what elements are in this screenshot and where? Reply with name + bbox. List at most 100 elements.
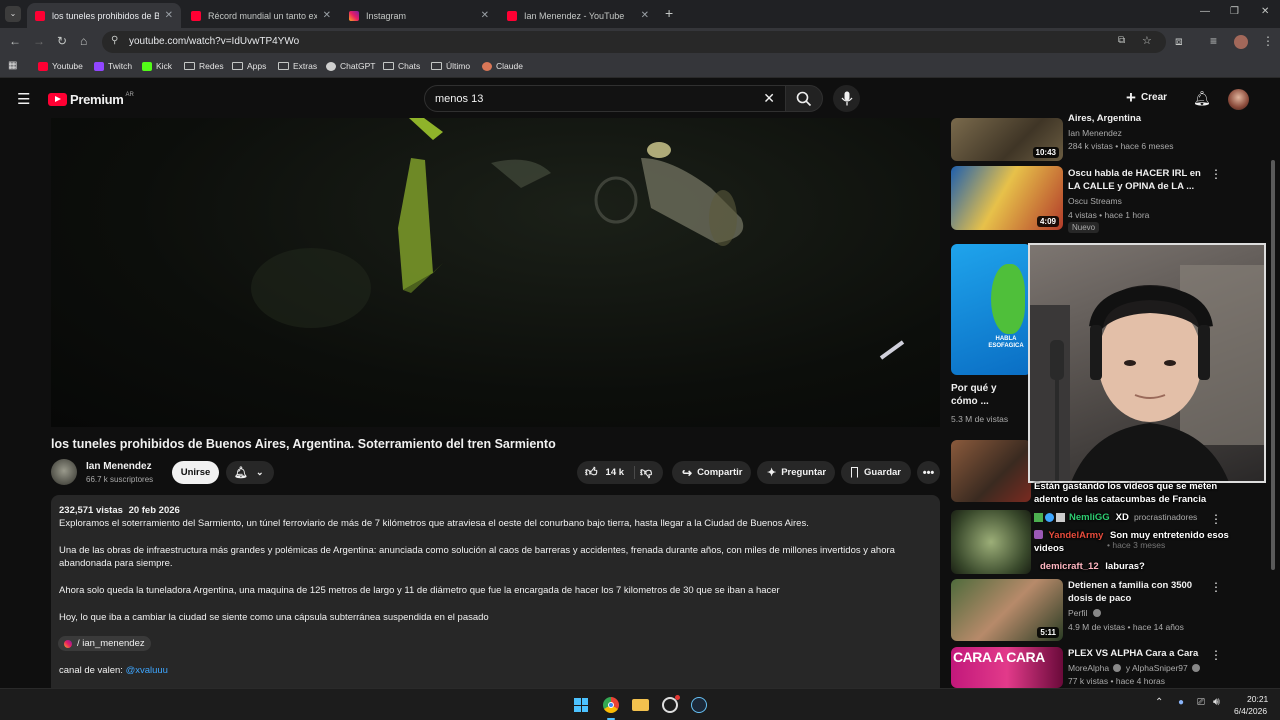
more-actions-button[interactable]: ••• xyxy=(917,461,940,484)
search-input[interactable]: menos 13 ✕ xyxy=(424,85,786,112)
ask-button[interactable]: ✦ Preguntar xyxy=(757,461,835,484)
network-icon[interactable]: ⎚ xyxy=(1197,697,1205,708)
url-text: youtube.com/watch?v=IdUvwTP4YWo xyxy=(129,36,300,47)
chrome-icon[interactable] xyxy=(603,697,619,713)
microphone-tray-icon[interactable]: ● xyxy=(1178,697,1184,708)
bookmark-twitch[interactable]: Twitch xyxy=(94,61,132,71)
file-explorer-icon[interactable] xyxy=(632,699,649,711)
new-tab-button[interactable]: + xyxy=(665,5,673,21)
valen-channel-link[interactable]: @xvaluuu xyxy=(126,665,168,676)
recommended-title[interactable]: Por qué y cómo ... xyxy=(951,382,1021,408)
item-menu-icon[interactable]: ⋮ xyxy=(1210,580,1222,594)
clock-date[interactable]: 6/4/2026 xyxy=(1234,706,1267,716)
recommended-title[interactable]: Oscu habla de HACER IRL en LA CALLE y OP… xyxy=(1068,167,1206,193)
clear-search-icon[interactable]: ✕ xyxy=(763,90,775,107)
subscribed-notifications-button[interactable]: 🔔︎ ⌄ xyxy=(226,461,274,484)
home-icon[interactable]: ⌂ xyxy=(80,34,87,48)
recommended-thumbnail[interactable] xyxy=(951,510,1031,574)
item-menu-icon[interactable]: ⋮ xyxy=(1210,648,1222,662)
close-tab-icon[interactable]: ✕ xyxy=(323,10,331,21)
reload-icon[interactable]: ↻ xyxy=(57,34,67,48)
voice-search-button[interactable] xyxy=(833,85,860,112)
youtube-logo[interactable]: Premium AR xyxy=(48,92,134,107)
create-button[interactable]: + Crear xyxy=(1126,89,1167,106)
address-bar[interactable]: ⚲ youtube.com/watch?v=IdUvwTP4YWo ⧉ ☆ xyxy=(102,31,1166,53)
close-tab-icon[interactable]: ✕ xyxy=(165,10,173,21)
instagram-link-chip[interactable]: / ian_menendez xyxy=(58,636,151,651)
install-app-icon[interactable]: ⧉ xyxy=(1118,35,1125,46)
reading-list-icon[interactable]: ≡ xyxy=(1210,34,1217,48)
tab-video[interactable]: los tuneles prohibidos de Bueno ✕ xyxy=(27,3,181,28)
bookmark-redes[interactable]: Redes xyxy=(184,61,224,71)
chat-text: XD xyxy=(1115,512,1129,523)
item-menu-icon[interactable]: ⋮ xyxy=(1210,167,1222,181)
video-player[interactable] xyxy=(51,118,940,427)
recommended-title[interactable]: Detienen a familia con 3500 dosis de pac… xyxy=(1068,579,1206,605)
close-tab-icon[interactable]: ✕ xyxy=(641,10,649,21)
hamburger-menu-icon[interactable]: ☰ xyxy=(17,90,30,108)
bookmark-kick[interactable]: Kick xyxy=(142,61,172,71)
recommended-thumbnail[interactable]: HABLA ESOFAGICA xyxy=(951,244,1031,375)
recommended-title[interactable]: PLEX VS ALPHA Cara a Cara xyxy=(1068,647,1198,660)
dislike-button[interactable]: 👎︎ xyxy=(640,465,652,480)
tab-channel[interactable]: Ian Menendez - YouTube ✕ xyxy=(499,3,657,28)
extensions-icon[interactable]: ⧈ xyxy=(1175,34,1183,49)
tab-search-button[interactable]: ⌄ xyxy=(5,6,21,22)
description-box[interactable]: 232,571 vistas 20 feb 2026 Exploramos el… xyxy=(51,495,940,695)
item-menu-icon[interactable]: ⋮ xyxy=(1210,512,1222,526)
chevron-up-icon[interactable]: ⌃ xyxy=(1155,697,1163,708)
like-count: 14 k xyxy=(605,467,625,478)
sidebar-scrollbar[interactable] xyxy=(1271,160,1275,570)
forward-icon[interactable]: → xyxy=(33,34,45,48)
windows-start-icon[interactable] xyxy=(574,698,588,712)
description-paragraph: Hoy, lo que iba a cambiar la ciudad se s… xyxy=(59,612,489,623)
channel-name[interactable]: Ian Menendez xyxy=(86,461,152,472)
menu-dots-icon[interactable]: ⋮ xyxy=(1262,34,1274,48)
recommended-thumbnail[interactable]: 4:09 xyxy=(951,166,1063,230)
recommended-thumbnail[interactable]: 5:11 xyxy=(951,579,1063,641)
steam-icon[interactable] xyxy=(691,697,707,713)
bookmark-extras[interactable]: Extras xyxy=(278,61,317,71)
notifications-bell-icon[interactable]: 🔔︎ xyxy=(1193,90,1211,107)
join-button[interactable]: Unirse xyxy=(172,461,219,484)
bookmark-chats[interactable]: Chats xyxy=(383,61,420,71)
close-window-icon[interactable]: ✕ xyxy=(1261,6,1269,17)
recommended-channel[interactable]: MoreAlpha y AlphaSniper97 xyxy=(1068,663,1201,673)
tab-instagram[interactable]: Instagram ✕ xyxy=(341,3,497,28)
video-duration: 4:09 xyxy=(1036,216,1059,227)
account-avatar[interactable] xyxy=(1228,89,1249,110)
bookmark-youtube[interactable]: Youtube xyxy=(38,61,83,71)
recommended-title[interactable]: Aires, Argentina xyxy=(1068,112,1141,125)
recommended-thumbnail[interactable]: 10:43 xyxy=(951,118,1063,161)
restore-icon[interactable]: ❐ xyxy=(1230,6,1239,17)
clock-time[interactable]: 20:21 xyxy=(1247,694,1268,704)
channel-avatar[interactable] xyxy=(51,459,77,485)
like-button[interactable]: 👍︎ 14 k xyxy=(585,465,624,480)
chat-badges xyxy=(1034,513,1065,522)
valen-label: canal de valen: xyxy=(59,665,123,676)
save-button[interactable]: Guardar xyxy=(841,461,911,484)
recommended-channel[interactable]: procrastinadores xyxy=(1134,512,1197,522)
site-info-icon[interactable]: ⚲ xyxy=(111,35,118,46)
recommended-channel[interactable]: Oscu Streams xyxy=(1068,196,1122,206)
volume-icon[interactable]: 🔊︎ xyxy=(1213,696,1220,709)
bookmark-chatgpt[interactable]: ChatGPT xyxy=(326,61,375,71)
back-icon[interactable]: ← xyxy=(9,34,21,48)
chat-user: demicraft_12 xyxy=(1040,561,1099,572)
close-tab-icon[interactable]: ✕ xyxy=(481,10,489,21)
recommended-channel[interactable]: Ian Menendez xyxy=(1068,128,1122,138)
minimize-icon[interactable]: — xyxy=(1200,6,1210,17)
share-button[interactable]: ↪ Compartir xyxy=(672,461,751,484)
apps-grid-icon[interactable]: ▦ xyxy=(8,60,17,71)
search-button[interactable] xyxy=(785,85,823,112)
bookmark-apps[interactable]: Apps xyxy=(232,61,266,71)
description-paragraph: Una de las obras de infraestructura más … xyxy=(59,545,895,569)
bookmark-star-icon[interactable]: ☆ xyxy=(1142,34,1152,47)
bookmark-ultimo[interactable]: Último xyxy=(431,61,470,71)
bookmark-claude[interactable]: Claude xyxy=(482,61,523,71)
recommended-thumbnail[interactable]: CARA A CARA xyxy=(951,647,1063,688)
recommended-thumbnail[interactable] xyxy=(951,440,1031,502)
recommended-channel[interactable]: Perfil xyxy=(1068,608,1101,618)
profile-avatar[interactable] xyxy=(1234,35,1248,49)
tab-record[interactable]: Récord mundial un tanto extrañ ✕ xyxy=(183,3,339,28)
